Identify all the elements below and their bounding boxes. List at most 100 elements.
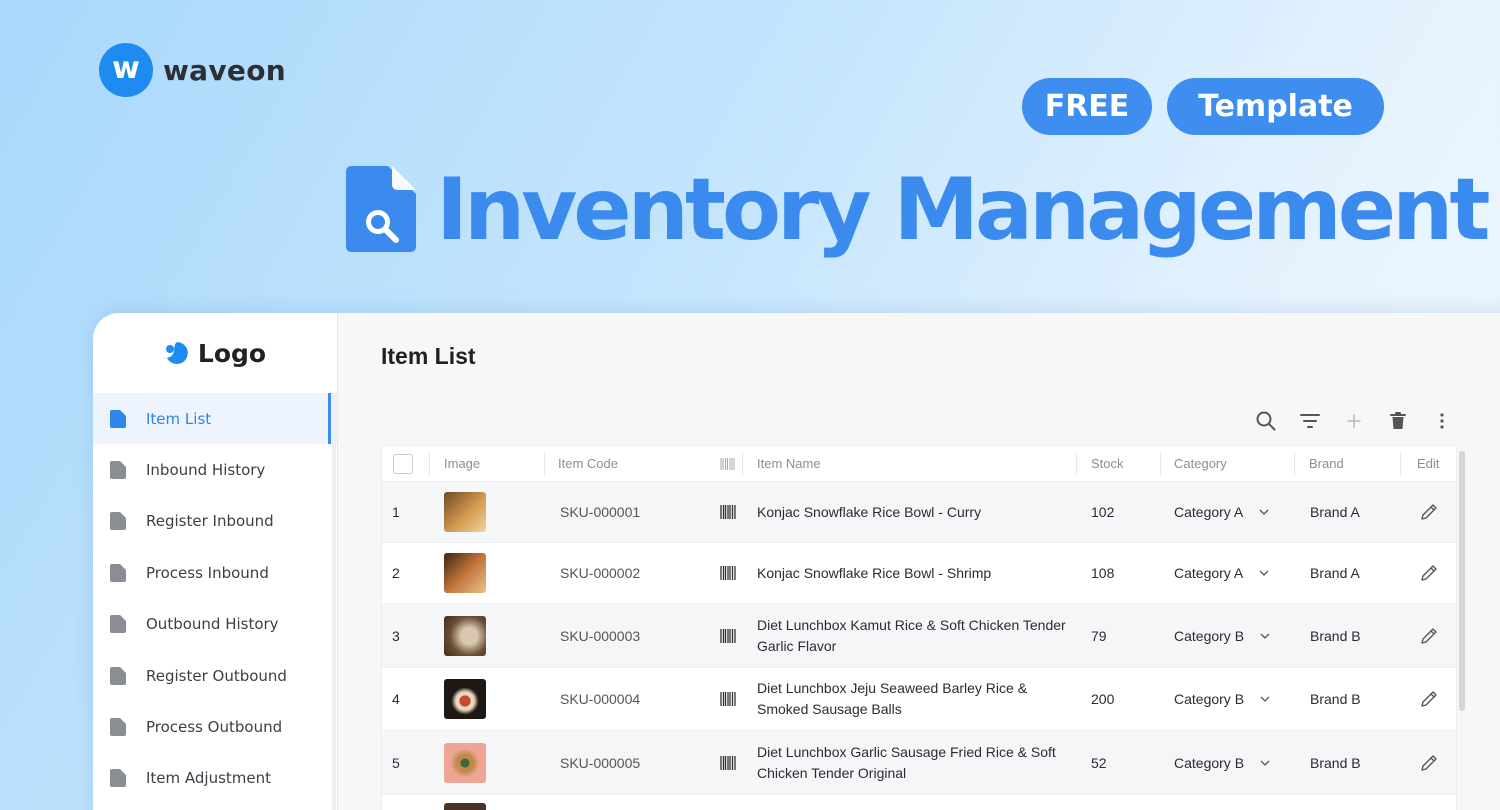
delete-icon [1390, 412, 1406, 429]
item-name: Diet Lunchbox Garlic Sausage Fried Rice … [757, 743, 1056, 781]
sidebar-item-label: Process Outbound [146, 718, 283, 737]
chevron-down-icon [1260, 760, 1270, 766]
category-select[interactable]: Category B [1174, 628, 1270, 644]
row-number: 5 [392, 754, 400, 771]
file-icon [110, 563, 126, 582]
sidebar-item-label: Inbound History [146, 461, 266, 480]
item-name: Diet Lunchbox Jeju Seaweed Barley Rice &… [757, 680, 1028, 717]
item-stock: 108 [1091, 565, 1115, 581]
item-image [444, 553, 486, 593]
sidebar-item-label: Register Inbound [146, 512, 274, 531]
add-icon [1347, 414, 1361, 428]
waveon-brand: w waveon [99, 43, 286, 97]
waveon-logo-icon: w [99, 43, 153, 97]
row-number: 4 [392, 691, 400, 707]
item-stock: 79 [1091, 627, 1107, 644]
file-icon [110, 769, 126, 788]
hero-title: Inventory Management [436, 160, 1490, 260]
page-title: Item List [381, 343, 476, 369]
item-brand: Brand B [1310, 691, 1361, 707]
add-button[interactable] [1341, 408, 1367, 434]
category-select[interactable]: Category B [1174, 755, 1270, 771]
table-row[interactable]: 4 SKU-000004 Diet Lunchbox Jeju Seaweed … [382, 668, 1456, 731]
edit-pencil-icon[interactable] [1419, 753, 1439, 773]
item-code: SKU-000002 [560, 565, 641, 581]
edit-pencil-icon[interactable] [1419, 626, 1439, 646]
category-value: Category A [1174, 565, 1244, 581]
item-name: Konjac Snowflake Rice Bowl - Curry [757, 503, 982, 520]
sidebar-item-label: Process Inbound [146, 563, 269, 582]
category-select[interactable]: Category A [1174, 504, 1269, 520]
sidebar-item-process-outbound[interactable]: Process Outbound [93, 701, 337, 752]
sidebar-item-register-inbound[interactable]: Register Inbound [93, 496, 337, 547]
item-stock: 102 [1091, 504, 1115, 520]
sidebar-scrollbar[interactable] [332, 393, 336, 810]
chevron-down-icon [1259, 570, 1269, 576]
header-image[interactable]: Image [444, 456, 480, 471]
app-logo[interactable]: Logo [93, 313, 337, 393]
category-select[interactable]: Category A [1174, 565, 1269, 581]
header-stock[interactable]: Stock [1091, 456, 1124, 471]
item-stock: 52 [1091, 754, 1107, 771]
item-stock: 200 [1091, 691, 1115, 707]
edit-pencil-icon[interactable] [1419, 689, 1439, 709]
select-all-checkbox[interactable] [393, 453, 413, 474]
barcode-icon[interactable] [720, 755, 736, 770]
barcode-icon[interactable] [720, 628, 736, 643]
header-item-name[interactable]: Item Name [757, 456, 821, 471]
chevron-down-icon [1260, 696, 1270, 702]
table-row[interactable] [382, 795, 1456, 810]
table-row[interactable]: 2 SKU-000002 Konjac Snowflake Rice Bowl … [382, 543, 1456, 604]
item-image [444, 615, 486, 656]
item-image [444, 803, 486, 810]
search-button[interactable] [1253, 408, 1279, 434]
header-edit: Edit [1417, 456, 1440, 471]
category-value: Category A [1174, 504, 1244, 520]
chevron-down-icon [1259, 509, 1269, 515]
item-code: SKU-000003 [560, 627, 641, 644]
sidebar-item-label: Outbound History [146, 615, 279, 634]
sidebar-item-register-outbound[interactable]: Register Outbound [93, 650, 337, 701]
header-item-code[interactable]: Item Code [558, 456, 618, 471]
sidebar-item-inbound-history[interactable]: Inbound History [93, 444, 337, 495]
barcode-icon[interactable] [720, 505, 736, 519]
edit-pencil-icon[interactable] [1419, 563, 1439, 583]
table-row[interactable]: 5 SKU-000005 Diet Lunchbox Garlic Sausag… [382, 731, 1456, 795]
item-brand: Brand A [1310, 565, 1360, 581]
sidebar-item-process-inbound[interactable]: Process Inbound [93, 547, 337, 598]
header-category[interactable]: Category [1174, 456, 1227, 471]
filter-icon [1300, 414, 1320, 428]
brand-name: waveon [163, 53, 286, 87]
item-code: SKU-000005 [560, 754, 641, 771]
chevron-down-icon [1260, 633, 1270, 639]
delete-button[interactable] [1385, 408, 1411, 434]
table-row[interactable]: 1 SKU-000001 Konjac Snowflake Rice Bowl … [382, 482, 1456, 543]
item-table: Image Item Code Item Name Stock Category… [381, 445, 1457, 810]
item-name: Diet Lunchbox Kamut Rice & Soft Chicken … [757, 616, 1066, 654]
category-select[interactable]: Category B [1174, 691, 1270, 707]
file-icon [110, 409, 126, 428]
table-toolbar [1253, 408, 1455, 434]
app-window: Logo Item List Inbound History Register … [93, 313, 1500, 810]
sidebar-item-outbound-history[interactable]: Outbound History [93, 599, 337, 650]
file-icon [110, 666, 126, 685]
item-brand: Brand B [1310, 627, 1361, 644]
category-value: Category B [1174, 627, 1245, 644]
sidebar-item-item-list[interactable]: Item List [93, 393, 337, 445]
item-brand: Brand A [1310, 504, 1360, 520]
barcode-icon[interactable] [720, 566, 736, 580]
barcode-icon[interactable] [720, 692, 736, 706]
table-scrollbar[interactable] [1459, 451, 1465, 711]
sidebar: Logo Item List Inbound History Register … [93, 313, 338, 810]
edit-pencil-icon[interactable] [1419, 502, 1439, 522]
logo-text: Logo [197, 338, 267, 368]
header-brand[interactable]: Brand [1309, 456, 1344, 471]
filter-button[interactable] [1297, 408, 1323, 434]
item-image [444, 742, 486, 783]
search-icon [1256, 411, 1276, 431]
table-row[interactable]: 3 SKU-000003 Diet Lunchbox Kamut Rice & … [382, 604, 1456, 668]
more-button[interactable] [1429, 408, 1455, 434]
item-name: Konjac Snowflake Rice Bowl - Shrimp [757, 564, 992, 581]
item-image [444, 679, 486, 719]
sidebar-item-item-adjustment[interactable]: Item Adjustment [93, 753, 337, 804]
